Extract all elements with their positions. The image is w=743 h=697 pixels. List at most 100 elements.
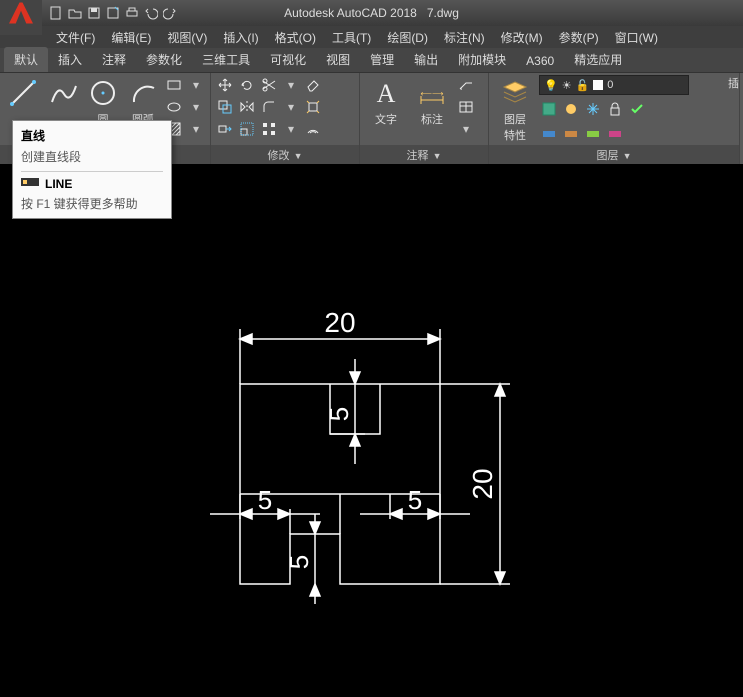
tab-visualize[interactable]: 可视化: [260, 47, 316, 72]
copy-icon[interactable]: [215, 97, 235, 117]
dropdown-icon[interactable]: ▾: [281, 119, 301, 139]
title-bar: Autodesk AutoCAD 2018 7.dwg: [0, 0, 743, 26]
layer-dropdown[interactable]: 💡 ☀ 🔓 0: [539, 75, 689, 95]
panel-layers-label[interactable]: 图层 ▼: [489, 145, 739, 165]
tooltip-command: LINE: [21, 176, 163, 191]
explode-icon[interactable]: [303, 97, 323, 117]
layer-uniso-icon[interactable]: [605, 123, 625, 143]
scale-icon[interactable]: [237, 119, 257, 139]
panel-layers: 图层 特性 💡 ☀ 🔓 0: [489, 73, 740, 165]
text-button[interactable]: A 文字: [364, 75, 408, 129]
fillet-icon[interactable]: [259, 97, 279, 117]
menu-bar: 文件(F) 编辑(E) 视图(V) 插入(I) 格式(O) 工具(T) 绘图(D…: [0, 26, 743, 48]
layer-iso-icon[interactable]: [583, 123, 603, 143]
menu-format[interactable]: 格式(O): [267, 26, 324, 49]
stretch-icon[interactable]: [215, 119, 235, 139]
layer-lock-icon[interactable]: [605, 99, 625, 119]
menu-edit[interactable]: 编辑(E): [103, 26, 159, 49]
svg-text:⟵⟶: ⟵⟶: [421, 89, 444, 98]
saveas-icon[interactable]: [105, 5, 121, 21]
trim-icon[interactable]: [259, 75, 279, 95]
window-title: Autodesk AutoCAD 2018 7.dwg: [284, 6, 459, 20]
mirror-icon[interactable]: [237, 97, 257, 117]
layer-match-icon[interactable]: [539, 123, 559, 143]
circle-icon: [87, 77, 119, 109]
ellipse-icon[interactable]: [164, 97, 184, 117]
dim-step: 5: [284, 555, 314, 569]
layer-prev-icon[interactable]: [561, 123, 581, 143]
panel-right-label: 插: [728, 75, 739, 91]
menu-draw[interactable]: 绘图(D): [379, 26, 436, 49]
cad-drawing: 20 20 5 5: [0, 164, 743, 694]
ribbon-tabs: 默认 插入 注释 参数化 三维工具 可视化 视图 管理 输出 附加模块 A360…: [0, 48, 743, 73]
dropdown-icon[interactable]: ▾: [281, 97, 301, 117]
array-icon[interactable]: [259, 119, 279, 139]
dropdown-icon[interactable]: ▾: [456, 119, 476, 139]
dropdown-icon[interactable]: ▾: [281, 75, 301, 95]
layer-state-icon[interactable]: [539, 99, 559, 119]
open-icon[interactable]: [67, 5, 83, 21]
quick-access-toolbar: [48, 5, 178, 21]
tab-a360[interactable]: A360: [516, 50, 564, 72]
leader-icon[interactable]: [456, 75, 476, 95]
sun-icon: ☀: [562, 79, 572, 92]
redo-icon[interactable]: [162, 5, 178, 21]
tab-annotate[interactable]: 注释: [92, 47, 136, 72]
panel-annotation: A 文字 ⟵⟶ 标注 ▾ 注释 ▼: [360, 73, 489, 165]
panel-annot-label[interactable]: 注释 ▼: [360, 145, 488, 165]
svg-text:A: A: [377, 79, 396, 108]
rotate-icon[interactable]: [237, 75, 257, 95]
tab-view[interactable]: 视图: [316, 47, 360, 72]
text-icon: A: [370, 77, 402, 109]
dim-bl: 5: [258, 485, 272, 515]
drawing-canvas[interactable]: 20 20 5 5: [0, 164, 743, 694]
tab-parametric[interactable]: 参数化: [136, 47, 192, 72]
bulb-icon: 💡: [544, 79, 558, 92]
arc-icon: [127, 77, 159, 109]
menu-tools[interactable]: 工具(T): [324, 26, 379, 49]
table-icon[interactable]: [456, 97, 476, 117]
tab-output[interactable]: 输出: [404, 47, 448, 72]
plot-icon[interactable]: [124, 5, 140, 21]
menu-param[interactable]: 参数(P): [551, 26, 607, 49]
app-menu-button[interactable]: [0, 0, 42, 35]
menu-window[interactable]: 窗口(W): [607, 26, 666, 49]
move-icon[interactable]: [215, 75, 235, 95]
line-icon: [7, 77, 39, 109]
save-icon[interactable]: [86, 5, 102, 21]
tab-manage[interactable]: 管理: [360, 47, 404, 72]
new-icon[interactable]: [48, 5, 64, 21]
layer-props-button[interactable]: 图层 特性: [493, 75, 537, 145]
tab-featured[interactable]: 精选应用: [564, 47, 632, 72]
tab-insert[interactable]: 插入: [48, 47, 92, 72]
undo-icon[interactable]: [143, 5, 159, 21]
tab-addins[interactable]: 附加模块: [448, 47, 516, 72]
make-current-icon[interactable]: [627, 99, 647, 119]
menu-insert[interactable]: 插入(I): [215, 26, 266, 49]
layer-freeze-icon[interactable]: [583, 99, 603, 119]
dimension-icon: ⟵⟶: [416, 77, 448, 109]
panel-modify: ▾ ▾ ▾ 修改 ▼: [211, 73, 360, 165]
menu-file[interactable]: 文件(F): [48, 26, 103, 49]
rect-icon[interactable]: [164, 75, 184, 95]
panel-modify-label[interactable]: 修改 ▼: [211, 145, 359, 165]
offset-icon[interactable]: [303, 119, 323, 139]
polyline-icon: [47, 77, 79, 109]
dropdown-icon[interactable]: ▾: [186, 119, 206, 139]
dropdown-icon[interactable]: ▾: [186, 75, 206, 95]
layer-off-icon[interactable]: [561, 99, 581, 119]
dim-top: 20: [324, 307, 355, 338]
erase-icon[interactable]: [303, 75, 323, 95]
menu-modify[interactable]: 修改(M): [493, 26, 551, 49]
line-button[interactable]: [4, 75, 42, 111]
dim-br: 5: [408, 485, 422, 515]
command-icon: [21, 176, 39, 191]
tab-default[interactable]: 默认: [4, 47, 48, 72]
polyline-button[interactable]: [44, 75, 82, 111]
tab-3d[interactable]: 三维工具: [192, 47, 260, 72]
dropdown-icon[interactable]: ▾: [186, 97, 206, 117]
dim-notch: 5: [324, 407, 354, 421]
menu-view[interactable]: 视图(V): [159, 26, 215, 49]
menu-dim[interactable]: 标注(N): [436, 26, 493, 49]
dim-button[interactable]: ⟵⟶ 标注: [410, 75, 454, 129]
